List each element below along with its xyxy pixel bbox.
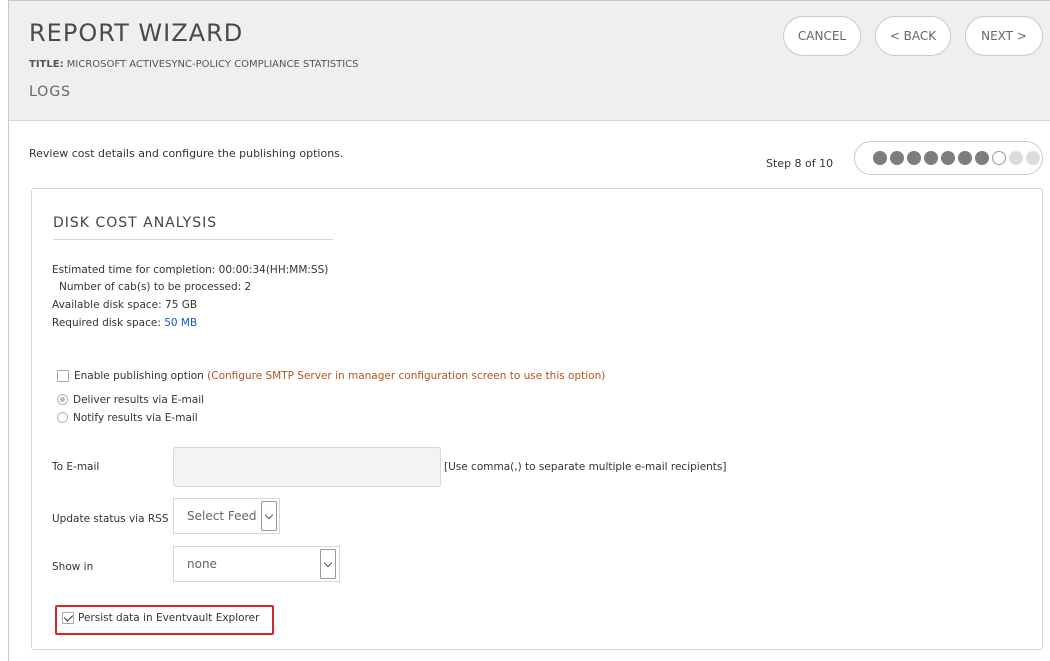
persist-data-label: Persist data in Eventvault Explorer xyxy=(78,612,260,624)
progress-dot xyxy=(907,151,921,165)
show-in-select[interactable]: none xyxy=(173,546,340,582)
chevron-down-icon[interactable] xyxy=(261,501,277,531)
cancel-button[interactable]: CANCEL xyxy=(783,16,861,56)
estimated-time-text: Estimated time for completion: 00:00:34(… xyxy=(52,264,329,276)
rss-feed-value: Select Feed xyxy=(187,509,257,523)
to-email-label: To E-mail xyxy=(52,461,100,473)
rss-label: Update status via RSS xyxy=(52,513,169,525)
wizard-title: REPORT WIZARD xyxy=(29,19,244,47)
progress-dot xyxy=(992,151,1006,165)
panel-heading: DISK COST ANALYSIS xyxy=(53,215,333,240)
progress-dot xyxy=(975,151,989,165)
persist-data-checkbox[interactable] xyxy=(62,612,74,624)
available-space-text: Available disk space: 75 GB xyxy=(52,299,198,311)
to-email-input[interactable] xyxy=(173,447,441,487)
enable-publishing-row: Enable publishing option (Configure SMTP… xyxy=(74,370,605,382)
to-email-hint: [Use comma(,) to separate multiple e-mai… xyxy=(444,461,727,473)
progress-dot xyxy=(958,151,972,165)
step-instruction: Review cost details and configure the pu… xyxy=(29,147,344,160)
required-space-label: Required disk space: xyxy=(52,317,165,329)
progress-dot xyxy=(1026,151,1040,165)
next-button[interactable]: NEXT > xyxy=(965,16,1043,56)
progress-dot xyxy=(924,151,938,165)
back-button[interactable]: < BACK xyxy=(875,16,951,56)
cab-count-text: Number of cab(s) to be processed: 2 xyxy=(59,281,252,293)
report-title: TITLE: MICROSOFT ACTIVESYNC-POLICY COMPL… xyxy=(29,59,359,70)
show-in-label: Show in xyxy=(52,561,94,573)
notify-results-radio[interactable] xyxy=(57,412,68,423)
show-in-value: none xyxy=(187,557,217,571)
deliver-results-radio[interactable] xyxy=(57,394,68,405)
step-progress-indicator xyxy=(854,141,1043,175)
progress-dot xyxy=(873,151,887,165)
report-title-value: MICROSOFT ACTIVESYNC-POLICY COMPLIANCE S… xyxy=(66,59,359,70)
progress-dots xyxy=(873,151,1040,165)
deliver-results-label: Deliver results via E-mail xyxy=(73,394,205,406)
disk-cost-panel: DISK COST ANALYSIS Estimated time for co… xyxy=(31,188,1043,650)
rss-feed-select[interactable]: Select Feed xyxy=(173,498,280,534)
report-title-prefix: TITLE: xyxy=(29,59,64,70)
progress-dot xyxy=(890,151,904,165)
progress-dot xyxy=(1009,151,1023,165)
enable-publishing-label: Enable publishing option xyxy=(74,370,204,382)
chevron-down-icon[interactable] xyxy=(320,549,336,579)
wizard-header: REPORT WIZARD TITLE: MICROSOFT ACTIVESYN… xyxy=(9,1,1050,121)
section-name: LOGS xyxy=(29,84,72,100)
wizard-window: REPORT WIZARD TITLE: MICROSOFT ACTIVESYN… xyxy=(8,0,1050,661)
enable-publishing-checkbox[interactable] xyxy=(57,370,69,382)
step-counter: Step 8 of 10 xyxy=(766,157,834,170)
smtp-config-note: (Configure SMTP Server in manager config… xyxy=(207,370,606,382)
notify-results-label: Notify results via E-mail xyxy=(73,412,198,424)
progress-dot xyxy=(941,151,955,165)
required-space-text: Required disk space: 50 MB xyxy=(52,317,197,329)
required-space-value: 50 MB xyxy=(164,317,198,329)
